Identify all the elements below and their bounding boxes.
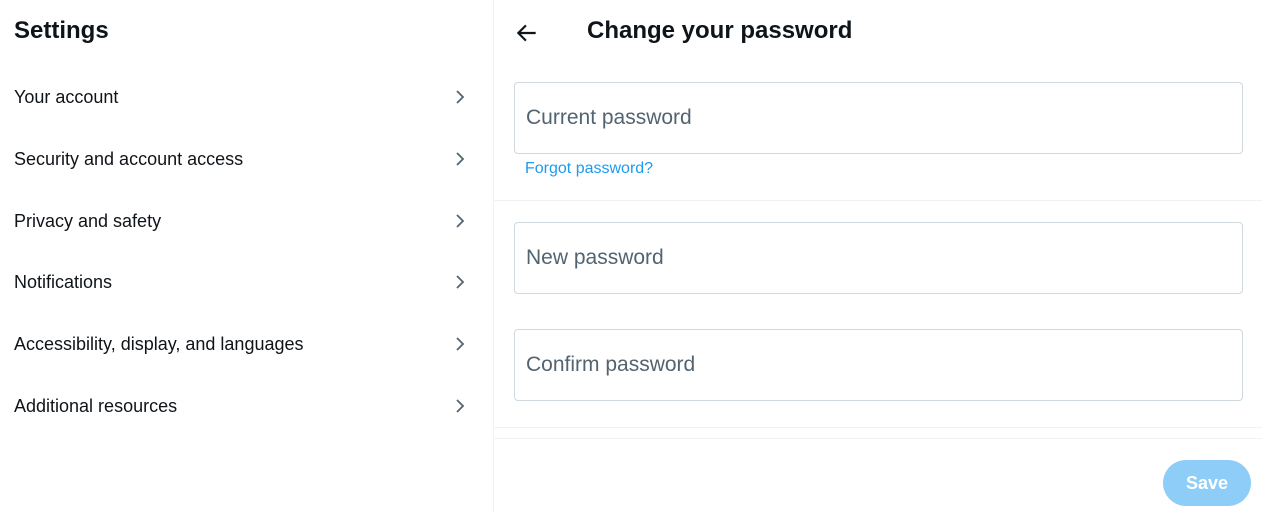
current-password-field[interactable] [514,82,1243,154]
sidebar-item-label: Additional resources [14,395,178,416]
sidebar-item-label: Your account [14,86,119,107]
change-password-panel: Change your password Forgot password? Sa… [494,0,1262,513]
chevron-right-icon [456,90,465,104]
current-password-input[interactable] [515,83,1242,153]
chevron-right-icon [456,337,465,351]
divider [494,200,1262,201]
sidebar-item-label: Privacy and safety [14,210,162,231]
save-button[interactable]: Save [1163,460,1251,506]
sidebar-item-your-account[interactable]: Your account [0,66,493,128]
sidebar-item-label: Security and account access [14,148,244,169]
sidebar-item-notifications[interactable]: Notifications [0,251,493,313]
sidebar-item-security[interactable]: Security and account access [0,128,493,190]
sidebar-item-accessibility[interactable]: Accessibility, display, and languages [0,313,493,375]
settings-sidebar: Settings Your account Security and accou… [0,0,494,513]
sidebar-item-label: Accessibility, display, and languages [14,333,304,354]
sidebar-title: Settings [14,17,109,44]
confirm-password-field[interactable] [514,329,1243,401]
sidebar-item-label: Notifications [14,271,113,292]
page-title: Change your password [587,17,853,44]
chevron-right-icon [456,152,465,166]
sidebar-item-privacy[interactable]: Privacy and safety [0,190,493,252]
new-password-field[interactable] [514,222,1243,294]
confirm-password-input[interactable] [515,330,1242,400]
divider [494,438,1262,439]
new-password-input[interactable] [515,223,1242,293]
back-arrow-icon[interactable] [514,20,540,46]
divider [494,427,1262,428]
chevron-right-icon [456,399,465,413]
chevron-right-icon [456,275,465,289]
forgot-password-link[interactable]: Forgot password? [525,160,653,178]
sidebar-item-additional-resources[interactable]: Additional resources [0,375,493,437]
chevron-right-icon [456,214,465,228]
